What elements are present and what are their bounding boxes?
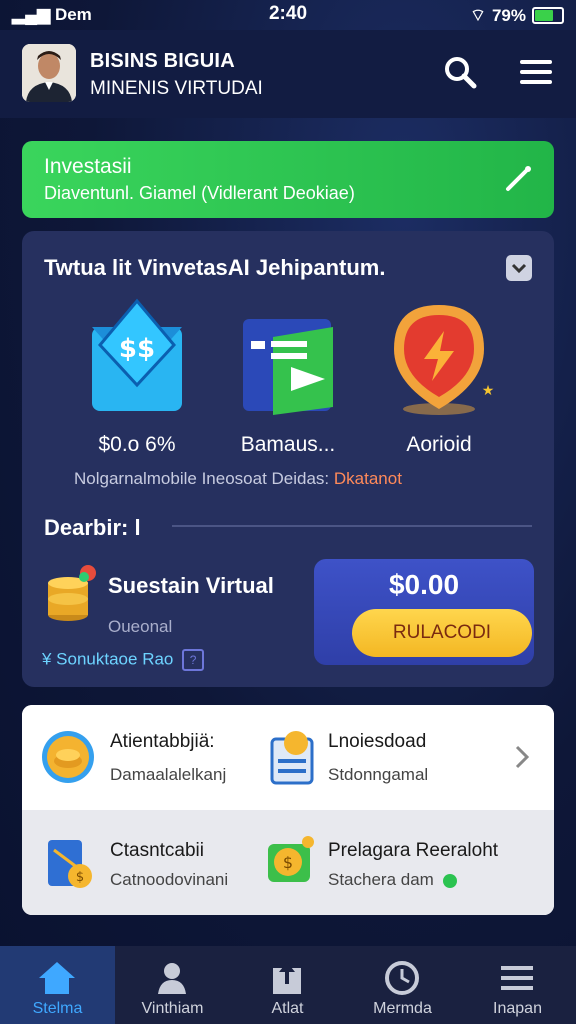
section-divider bbox=[172, 525, 532, 527]
services-subtitle: Nolgarnalmobile Ineosoat Deidas: bbox=[74, 469, 330, 488]
menu-icon[interactable] bbox=[516, 52, 556, 92]
dropdown-toggle[interactable] bbox=[506, 255, 532, 281]
investasi-banner[interactable]: Investasii Diaventunl. Giamel (Vidlerant… bbox=[22, 141, 554, 218]
nav-home[interactable]: Stelma bbox=[0, 946, 115, 1024]
sustain-title: Suestain Virtual bbox=[108, 573, 274, 598]
service-android[interactable]: ★ Aorioid bbox=[364, 297, 514, 456]
avatar[interactable] bbox=[22, 44, 76, 102]
list-row: Atientabbjiä: Damaalalelkanj Lnoiesdoad … bbox=[22, 705, 554, 810]
payout-button[interactable]: RULACODI bbox=[352, 609, 532, 657]
banner-subtitle: Diaventunl. Giamel (Vidlerant Deokiae) bbox=[44, 183, 355, 203]
status-dot-icon bbox=[442, 873, 457, 888]
app-title: BISINS BIGUIA bbox=[90, 50, 235, 72]
list-item-title[interactable]: Prelagara Reeraloht bbox=[328, 840, 498, 862]
services-subtitle-row: Nolgarnalmobile Ineosoat Deidas: Dkatano… bbox=[74, 469, 402, 489]
service-label: Bamaus... bbox=[240, 433, 336, 456]
nav-more[interactable]: Inapan bbox=[460, 946, 575, 1024]
payout-panel: $0.00 RULACODI bbox=[314, 559, 534, 665]
banner-title: Investasii bbox=[44, 155, 132, 178]
user-gear-icon bbox=[158, 963, 186, 994]
list-item-subtitle: Catnoodovinani bbox=[110, 870, 229, 889]
svg-text:$$: $$ bbox=[119, 334, 155, 364]
section-divider-label: Dearbir: l bbox=[44, 515, 141, 540]
list-item-subtitle: Damaalalelkanj bbox=[110, 765, 227, 784]
app-subtitle: MINENIS VIRTUDAI bbox=[90, 78, 263, 99]
sustain-link-label: ¥ Sonuktaoe Rao bbox=[42, 649, 174, 669]
list-item-subtitle: Stachera dam bbox=[328, 870, 457, 890]
service-label: $0.o 6% bbox=[98, 433, 176, 456]
nav-label: Atlat bbox=[271, 1000, 304, 1017]
list-item-title[interactable]: Ctasntcabii bbox=[110, 840, 204, 862]
upload-box-icon bbox=[273, 962, 301, 994]
status-right: ⌔ 79% bbox=[470, 5, 564, 26]
battery-percent: 79% bbox=[491, 5, 526, 25]
service-label: Aorioid bbox=[406, 433, 472, 456]
nav-history[interactable]: Mermda bbox=[345, 946, 460, 1024]
clock-icon bbox=[385, 961, 419, 995]
menu-lines-icon bbox=[501, 966, 533, 990]
search-icon[interactable] bbox=[440, 52, 480, 92]
list-item-subtitle: Stdonngamal bbox=[328, 765, 429, 784]
investment-card: Twtua lit VinvetasAI Jehipantum. $$ $0.o… bbox=[22, 231, 554, 687]
home-icon bbox=[39, 962, 75, 994]
edit-icon[interactable] bbox=[502, 163, 534, 200]
document-coin-icon bbox=[268, 729, 318, 792]
list-item-title[interactable]: Atientabbjiä: bbox=[110, 731, 215, 753]
nav-label: Vinthiam bbox=[141, 1000, 204, 1017]
nav-label: Stelma bbox=[32, 1000, 83, 1017]
battery-icon bbox=[532, 7, 564, 24]
info-icon[interactable]: ? bbox=[182, 649, 205, 671]
app-header: BISINS BIGUIA MINENIS VIRTUDAI bbox=[0, 30, 576, 118]
sustain-subtitle: Oueonal bbox=[108, 617, 173, 636]
feature-list: Atientabbjiä: Damaalalelkanj Lnoiesdoad … bbox=[22, 705, 554, 915]
nav-label: Inapan bbox=[493, 1000, 542, 1017]
chevron-right-icon[interactable] bbox=[512, 743, 532, 776]
nav-profile[interactable]: Vinthiam bbox=[115, 946, 230, 1024]
service-money-envelope[interactable]: $$ $0.o 6% bbox=[62, 297, 212, 456]
svg-text:$: $ bbox=[76, 870, 84, 885]
money-envelope-icon: $$ bbox=[92, 298, 182, 411]
status-bar: ▂▄▆ Dem 2:40 ⌔ 79% bbox=[0, 0, 576, 30]
nav-label: Mermda bbox=[373, 1000, 432, 1017]
payout-amount: $0.00 bbox=[388, 569, 460, 600]
service-bamaus[interactable]: Bamaus... bbox=[213, 297, 363, 456]
android-shield-icon: ★ bbox=[394, 305, 494, 415]
bottom-nav: Stelma Vinthiam Atlat Mermda Inapan bbox=[0, 946, 576, 1024]
list-item-subtitle-text: Stachera dam bbox=[328, 870, 434, 889]
wifi-icon: ⌔ bbox=[469, 6, 486, 25]
list-row: $ Ctasntcabii Catnoodovinani $ Prelagara… bbox=[22, 810, 554, 915]
nav-upload[interactable]: Atlat bbox=[230, 946, 345, 1024]
svg-text:★: ★ bbox=[482, 383, 494, 399]
wallet-coin-icon: $ bbox=[44, 834, 96, 897]
sustain-link[interactable]: ¥ Sonuktaoe Rao ? bbox=[42, 649, 205, 671]
services-accent-link[interactable]: Dkatanot bbox=[334, 469, 402, 488]
svg-text:$: $ bbox=[283, 853, 293, 872]
coins-icon bbox=[44, 561, 100, 628]
card-title: Twtua lit VinvetasAI Jehipantum. bbox=[44, 255, 386, 280]
coin-badge-icon bbox=[40, 729, 96, 790]
card-play-icon bbox=[243, 319, 333, 415]
money-coin-icon: $ bbox=[264, 834, 316, 895]
list-item-title[interactable]: Lnoiesdoad bbox=[328, 731, 426, 753]
